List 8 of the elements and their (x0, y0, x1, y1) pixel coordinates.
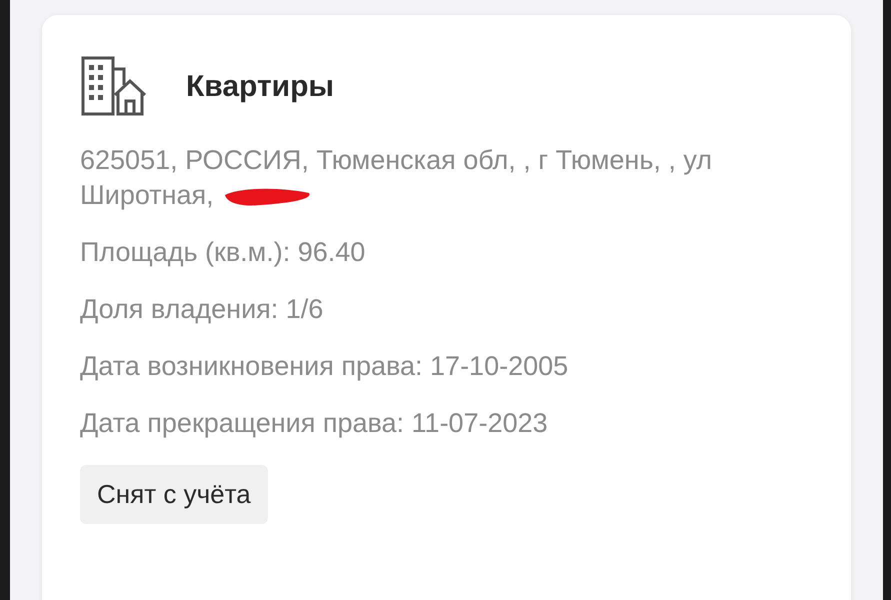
building-icon (80, 55, 148, 117)
status-badge: Снят с учёта (80, 465, 268, 524)
detail-text: Дата возникновения права: 17-10-2005 (80, 350, 570, 383)
detail-text: Дата прекращения права: 11-07-2023 (80, 407, 549, 440)
address-text: 625051, РОССИЯ, Тюменская обл, , г Тюмень, , ул Широтная, (80, 145, 712, 210)
section-title: Квартиры (186, 68, 334, 104)
detail-text: Доля владения: 1/6 (80, 293, 324, 326)
detail-text: Площадь (кв.м.): 96.40 (80, 236, 366, 269)
